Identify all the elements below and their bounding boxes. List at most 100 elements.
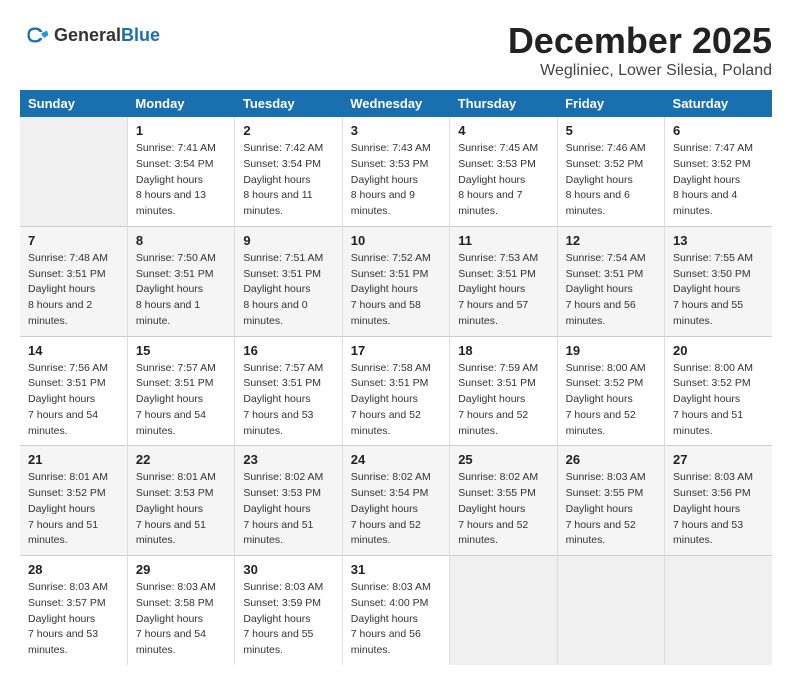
day-info: Sunrise: 8:02 AMSunset: 3:54 PMDaylight …	[351, 470, 441, 549]
calendar-week-2: 7 Sunrise: 7:48 AMSunset: 3:51 PMDaylight…	[20, 226, 772, 336]
day-info: Sunrise: 7:48 AMSunset: 3:51 PMDaylight …	[28, 251, 119, 330]
day-info: Sunrise: 8:03 AMSunset: 3:57 PMDaylight …	[28, 580, 119, 659]
calendar-cell: 18 Sunrise: 7:59 AMSunset: 3:51 PMDayligh…	[450, 336, 557, 446]
logo-icon	[20, 20, 50, 50]
calendar-cell: 20Sunrise: 8:00 AMSunset: 3:52 PMDayligh…	[665, 336, 772, 446]
day-number: 3	[351, 123, 441, 138]
day-info: Sunrise: 8:01 AMSunset: 3:52 PMDaylight …	[28, 470, 119, 549]
calendar-cell: 21 Sunrise: 8:01 AMSunset: 3:52 PMDayligh…	[20, 446, 127, 556]
day-info: Sunrise: 7:46 AMSunset: 3:52 PMDaylight …	[566, 141, 656, 220]
calendar-header-row: SundayMondayTuesdayWednesdayThursdayFrid…	[20, 90, 772, 117]
day-info: Sunrise: 7:59 AMSunset: 3:51 PMDaylight …	[458, 361, 548, 440]
day-number: 14	[28, 343, 119, 358]
calendar-cell: 31 Sunrise: 8:03 AMSunset: 4:00 PMDayligh…	[342, 556, 449, 665]
day-number: 21	[28, 452, 119, 467]
calendar-cell: 10 Sunrise: 7:52 AMSunset: 3:51 PMDayligh…	[342, 226, 449, 336]
day-number: 13	[673, 233, 764, 248]
day-info: Sunrise: 7:42 AMSunset: 3:54 PMDaylight …	[243, 141, 333, 220]
calendar-table: SundayMondayTuesdayWednesdayThursdayFrid…	[20, 90, 772, 665]
day-info: Sunrise: 7:57 AMSunset: 3:51 PMDaylight …	[243, 361, 333, 440]
weekday-header-wednesday: Wednesday	[342, 90, 449, 117]
day-number: 29	[136, 562, 226, 577]
calendar-cell: 5 Sunrise: 7:46 AMSunset: 3:52 PMDaylight…	[557, 117, 664, 226]
day-info: Sunrise: 8:00 AMSunset: 3:52 PMDaylight …	[566, 361, 656, 440]
month-title: December 2025	[508, 20, 772, 62]
day-number: 10	[351, 233, 441, 248]
day-number: 16	[243, 343, 333, 358]
day-number: 22	[136, 452, 226, 467]
calendar-cell: 12Sunrise: 7:54 AMSunset: 3:51 PMDayligh…	[557, 226, 664, 336]
calendar-cell: 9 Sunrise: 7:51 AMSunset: 3:51 PMDaylight…	[235, 226, 342, 336]
day-info: Sunrise: 7:41 AMSunset: 3:54 PMDaylight …	[136, 141, 226, 220]
day-info: Sunrise: 8:03 AMSunset: 3:59 PMDaylight …	[243, 580, 333, 659]
calendar-cell: 8Sunrise: 7:50 AMSunset: 3:51 PMDaylight…	[127, 226, 234, 336]
day-number: 1	[136, 123, 226, 138]
day-number: 2	[243, 123, 333, 138]
calendar-cell: 7 Sunrise: 7:48 AMSunset: 3:51 PMDaylight…	[20, 226, 127, 336]
day-number: 19	[566, 343, 656, 358]
calendar-cell: 25 Sunrise: 8:02 AMSunset: 3:55 PMDayligh…	[450, 446, 557, 556]
weekday-header-saturday: Saturday	[665, 90, 772, 117]
calendar-cell: 23Sunrise: 8:02 AMSunset: 3:53 PMDayligh…	[235, 446, 342, 556]
calendar-cell	[20, 117, 127, 226]
day-number: 25	[458, 452, 548, 467]
weekday-header-sunday: Sunday	[20, 90, 127, 117]
calendar-cell: 15Sunrise: 7:57 AMSunset: 3:51 PMDayligh…	[127, 336, 234, 446]
day-info: Sunrise: 7:58 AMSunset: 3:51 PMDaylight …	[351, 361, 441, 440]
title-area: December 2025 Wegliniec, Lower Silesia, …	[508, 20, 772, 80]
calendar-week-4: 21 Sunrise: 8:01 AMSunset: 3:52 PMDayligh…	[20, 446, 772, 556]
calendar-week-5: 28 Sunrise: 8:03 AMSunset: 3:57 PMDayligh…	[20, 556, 772, 665]
day-number: 31	[351, 562, 441, 577]
calendar-cell: 1 Sunrise: 7:41 AMSunset: 3:54 PMDaylight…	[127, 117, 234, 226]
day-number: 18	[458, 343, 548, 358]
calendar-cell: 2 Sunrise: 7:42 AMSunset: 3:54 PMDaylight…	[235, 117, 342, 226]
day-info: Sunrise: 8:03 AMSunset: 4:00 PMDaylight …	[351, 580, 441, 659]
calendar-cell: 28 Sunrise: 8:03 AMSunset: 3:57 PMDayligh…	[20, 556, 127, 665]
day-info: Sunrise: 7:52 AMSunset: 3:51 PMDaylight …	[351, 251, 441, 330]
logo-general: General	[54, 25, 121, 45]
day-number: 27	[673, 452, 764, 467]
day-info: Sunrise: 7:45 AMSunset: 3:53 PMDaylight …	[458, 141, 548, 220]
calendar-cell: 14 Sunrise: 7:56 AMSunset: 3:51 PMDayligh…	[20, 336, 127, 446]
day-info: Sunrise: 8:03 AMSunset: 3:58 PMDaylight …	[136, 580, 226, 659]
calendar-week-3: 14 Sunrise: 7:56 AMSunset: 3:51 PMDayligh…	[20, 336, 772, 446]
logo-blue: Blue	[121, 25, 160, 45]
day-number: 20	[673, 343, 764, 358]
weekday-header-tuesday: Tuesday	[235, 90, 342, 117]
day-number: 23	[243, 452, 333, 467]
calendar-cell: 26Sunrise: 8:03 AMSunset: 3:55 PMDayligh…	[557, 446, 664, 556]
day-number: 24	[351, 452, 441, 467]
calendar-cell	[450, 556, 557, 665]
day-number: 15	[136, 343, 226, 358]
weekday-header-monday: Monday	[127, 90, 234, 117]
day-number: 9	[243, 233, 333, 248]
calendar-cell: 30 Sunrise: 8:03 AMSunset: 3:59 PMDayligh…	[235, 556, 342, 665]
calendar-cell: 19 Sunrise: 8:00 AMSunset: 3:52 PMDayligh…	[557, 336, 664, 446]
calendar-cell: 13Sunrise: 7:55 AMSunset: 3:50 PMDayligh…	[665, 226, 772, 336]
day-number: 5	[566, 123, 656, 138]
weekday-header-thursday: Thursday	[450, 90, 557, 117]
day-info: Sunrise: 7:56 AMSunset: 3:51 PMDaylight …	[28, 361, 119, 440]
logo: GeneralBlue	[20, 20, 160, 50]
calendar-cell: 17Sunrise: 7:58 AMSunset: 3:51 PMDayligh…	[342, 336, 449, 446]
day-number: 7	[28, 233, 119, 248]
day-number: 6	[673, 123, 764, 138]
logo-text: GeneralBlue	[54, 25, 160, 46]
day-info: Sunrise: 8:03 AMSunset: 3:56 PMDaylight …	[673, 470, 764, 549]
day-info: Sunrise: 8:02 AMSunset: 3:55 PMDaylight …	[458, 470, 548, 549]
day-info: Sunrise: 7:53 AMSunset: 3:51 PMDaylight …	[458, 251, 548, 330]
day-info: Sunrise: 7:50 AMSunset: 3:51 PMDaylight …	[136, 251, 226, 330]
calendar-cell: 27 Sunrise: 8:03 AMSunset: 3:56 PMDayligh…	[665, 446, 772, 556]
day-info: Sunrise: 7:43 AMSunset: 3:53 PMDaylight …	[351, 141, 441, 220]
calendar-cell: 29 Sunrise: 8:03 AMSunset: 3:58 PMDayligh…	[127, 556, 234, 665]
day-number: 11	[458, 233, 548, 248]
calendar-cell: 24 Sunrise: 8:02 AMSunset: 3:54 PMDayligh…	[342, 446, 449, 556]
day-number: 30	[243, 562, 333, 577]
location-title: Wegliniec, Lower Silesia, Poland	[508, 62, 772, 80]
day-number: 26	[566, 452, 656, 467]
calendar-cell: 6 Sunrise: 7:47 AMSunset: 3:52 PMDaylight…	[665, 117, 772, 226]
calendar-cell: 4Sunrise: 7:45 AMSunset: 3:53 PMDaylight…	[450, 117, 557, 226]
day-info: Sunrise: 7:47 AMSunset: 3:52 PMDaylight …	[673, 141, 764, 220]
day-info: Sunrise: 7:51 AMSunset: 3:51 PMDaylight …	[243, 251, 333, 330]
day-number: 28	[28, 562, 119, 577]
